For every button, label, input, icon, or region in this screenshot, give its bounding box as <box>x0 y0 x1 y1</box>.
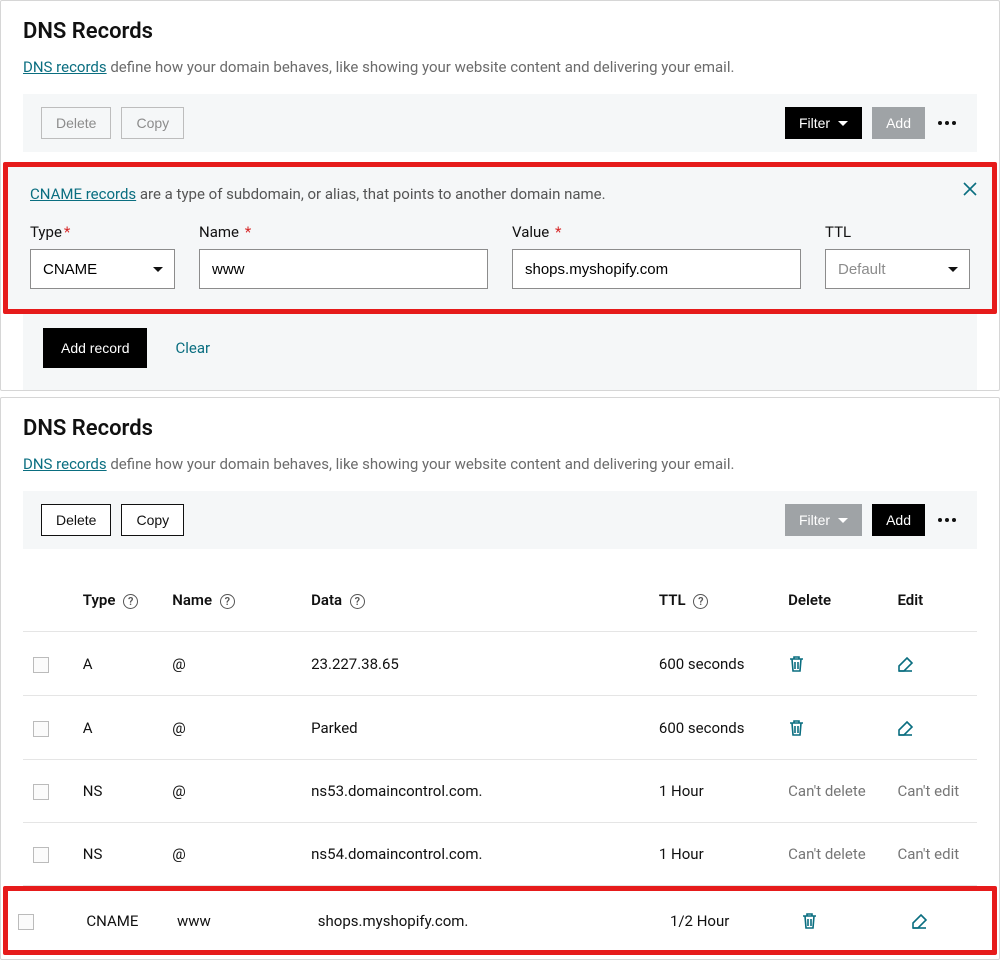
row-checkbox[interactable] <box>33 847 49 863</box>
delete-disabled: Can't delete <box>788 845 866 863</box>
cname-records-link[interactable]: CNAME records <box>30 185 136 203</box>
cell-ttl: 1 Hour <box>649 760 778 823</box>
clear-link[interactable]: Clear <box>175 339 210 357</box>
more-icon[interactable] <box>935 111 959 135</box>
form-action-row: Add record Clear <box>23 314 977 390</box>
dns-records-panel-1: DNS Records DNS records define how your … <box>0 0 1000 391</box>
copy-button[interactable]: Copy <box>121 107 184 139</box>
toolbar: Delete Copy Filter Add <box>23 94 977 152</box>
edit-icon[interactable] <box>897 718 914 736</box>
edit-disabled: Can't edit <box>897 782 959 800</box>
table-row: CNAME www shops.myshopify.com. 1/2 Hour <box>8 891 992 950</box>
cell-data: ns54.domaincontrol.com. <box>301 823 649 886</box>
chevron-down-icon <box>838 518 848 523</box>
cell-ttl: 1/2 Hour <box>660 891 791 950</box>
delete-button[interactable]: Delete <box>41 107 111 139</box>
cell-ttl: 600 seconds <box>649 632 778 696</box>
filter-button[interactable]: Filter <box>785 107 862 139</box>
cell-data: 23.227.38.65 <box>301 632 649 696</box>
edit-disabled: Can't edit <box>897 845 959 863</box>
name-input[interactable] <box>199 249 488 289</box>
table-row: NS@ns54.domaincontrol.com.1 Hour Can't de… <box>23 823 977 886</box>
col-data: Data ? <box>301 569 649 632</box>
ttl-select[interactable]: Default <box>825 249 970 289</box>
trash-icon[interactable] <box>788 654 805 672</box>
cell-data: shops.myshopify.com. <box>308 891 660 950</box>
copy-button[interactable]: Copy <box>121 504 184 536</box>
value-input[interactable] <box>512 249 801 289</box>
add-record-button[interactable]: Add record <box>43 328 147 368</box>
description: DNS records define how your domain behav… <box>23 58 977 76</box>
col-name: Name ? <box>162 569 301 632</box>
cell-type: NS <box>73 760 162 823</box>
value-label: Value * <box>512 223 801 241</box>
info-text: CNAME records are a type of subdomain, o… <box>30 185 970 203</box>
filter-button[interactable]: Filter <box>785 504 862 536</box>
cell-data: ns53.domaincontrol.com. <box>301 760 649 823</box>
type-label: Type* <box>30 223 175 241</box>
page-title: DNS Records <box>23 416 977 441</box>
records-table: Type ? Name ? Data ? TTL ? Delete Edit A… <box>23 569 977 886</box>
delete-disabled: Can't delete <box>788 782 866 800</box>
page-title: DNS Records <box>23 19 977 44</box>
cell-ttl: 600 seconds <box>649 696 778 760</box>
delete-button[interactable]: Delete <box>41 504 111 536</box>
dns-records-link[interactable]: DNS records <box>23 455 107 473</box>
col-type: Type ? <box>73 569 162 632</box>
cell-type: CNAME <box>76 891 167 950</box>
row-checkbox[interactable] <box>33 784 49 800</box>
trash-icon[interactable] <box>788 718 805 736</box>
table-row: A@23.227.38.65600 seconds <box>23 632 977 696</box>
cell-type: A <box>73 696 162 760</box>
edit-icon[interactable] <box>897 654 914 672</box>
col-ttl: TTL ? <box>649 569 778 632</box>
col-delete: Delete <box>778 569 887 632</box>
dns-records-panel-2: DNS Records DNS records define how your … <box>0 397 1000 960</box>
cell-name: @ <box>162 696 301 760</box>
close-icon[interactable] <box>962 181 978 197</box>
dns-records-link[interactable]: DNS records <box>23 58 107 76</box>
cell-type: A <box>73 632 162 696</box>
table-row: NS@ns53.domaincontrol.com.1 Hour Can't de… <box>23 760 977 823</box>
chevron-down-icon <box>838 121 848 126</box>
type-select[interactable]: CNAME <box>30 249 175 289</box>
help-icon[interactable]: ? <box>350 594 365 609</box>
row-checkbox[interactable] <box>18 914 34 930</box>
ttl-label: TTL <box>825 223 970 241</box>
help-icon[interactable]: ? <box>123 594 138 609</box>
add-button[interactable]: Add <box>872 504 925 536</box>
help-icon[interactable]: ? <box>693 594 708 609</box>
help-icon[interactable]: ? <box>220 594 235 609</box>
row-checkbox[interactable] <box>33 721 49 737</box>
description: DNS records define how your domain behav… <box>23 455 977 473</box>
name-label: Name * <box>199 223 488 241</box>
cell-name: www <box>167 891 308 950</box>
cell-data: Parked <box>301 696 649 760</box>
cell-name: @ <box>162 823 301 886</box>
table-row: A@Parked600 seconds <box>23 696 977 760</box>
col-edit: Edit <box>887 569 977 632</box>
cell-name: @ <box>162 632 301 696</box>
toolbar: Delete Copy Filter Add <box>23 491 977 549</box>
edit-icon[interactable] <box>911 911 928 929</box>
row-checkbox[interactable] <box>33 657 49 673</box>
highlighted-row: CNAME www shops.myshopify.com. 1/2 Hour <box>3 886 997 955</box>
add-button[interactable]: Add <box>872 107 925 139</box>
more-icon[interactable] <box>935 508 959 532</box>
trash-icon[interactable] <box>801 911 818 929</box>
cell-type: NS <box>73 823 162 886</box>
cell-ttl: 1 Hour <box>649 823 778 886</box>
cell-name: @ <box>162 760 301 823</box>
